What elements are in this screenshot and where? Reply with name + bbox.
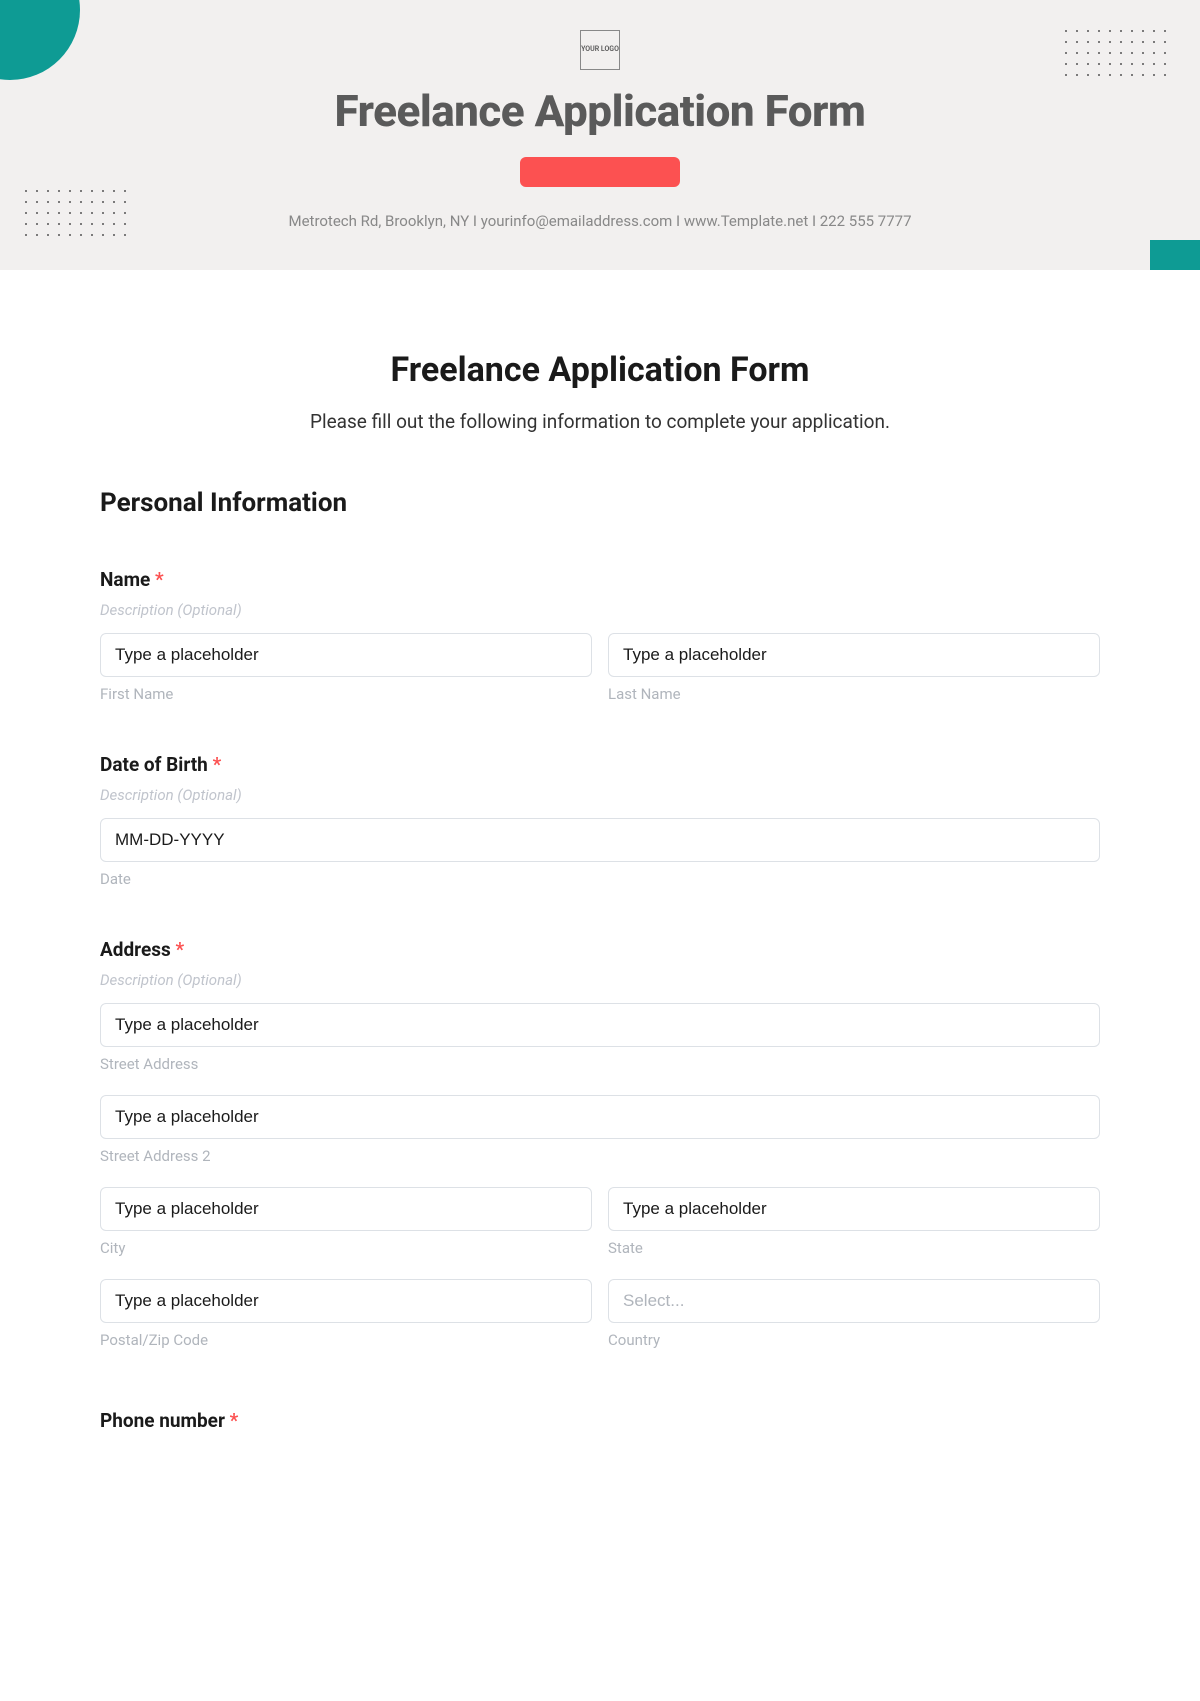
logo-placeholder: YOUR LOGO [580, 30, 620, 70]
first-name-input[interactable] [100, 633, 592, 677]
address-description: Description (Optional) [100, 971, 1100, 989]
country-select[interactable] [608, 1279, 1100, 1323]
decor-circle [0, 0, 80, 80]
dob-input[interactable] [100, 818, 1100, 862]
phone-label: Phone number * [100, 1409, 1100, 1432]
name-description: Description (Optional) [100, 601, 1100, 619]
street2-sublabel: Street Address 2 [100, 1147, 1100, 1165]
header-accent-button[interactable] [520, 157, 680, 187]
field-address: Address * Description (Optional) Street … [100, 938, 1100, 1349]
city-input[interactable] [100, 1187, 592, 1231]
address-label: Address * [100, 938, 1100, 961]
street1-sublabel: Street Address [100, 1055, 1100, 1073]
city-sublabel: City [100, 1239, 592, 1257]
country-sublabel: Country [608, 1331, 1100, 1349]
dob-label: Date of Birth * [100, 753, 1100, 776]
contact-info: Metrotech Rd, Brooklyn, NY I yourinfo@em… [0, 212, 1200, 230]
decor-dots-top-right [1065, 30, 1170, 80]
first-name-sublabel: First Name [100, 685, 592, 703]
field-phone: Phone number * [100, 1409, 1100, 1432]
field-name: Name * Description (Optional) First Name… [100, 568, 1100, 703]
street1-input[interactable] [100, 1003, 1100, 1047]
postal-sublabel: Postal/Zip Code [100, 1331, 592, 1349]
form-container: Freelance Application Form Please fill o… [0, 270, 1200, 1472]
form-title: Freelance Application Form [100, 350, 1100, 390]
postal-input[interactable] [100, 1279, 592, 1323]
last-name-input[interactable] [608, 633, 1100, 677]
dob-sublabel: Date [100, 870, 1100, 888]
decor-dots-bottom-left [25, 190, 130, 240]
header-banner: YOUR LOGO Freelance Application Form Met… [0, 0, 1200, 270]
last-name-sublabel: Last Name [608, 685, 1100, 703]
state-input[interactable] [608, 1187, 1100, 1231]
form-subtitle: Please fill out the following informatio… [100, 410, 1100, 433]
field-dob: Date of Birth * Description (Optional) D… [100, 753, 1100, 888]
street2-input[interactable] [100, 1095, 1100, 1139]
section-personal-info: Personal Information [100, 488, 1100, 518]
header-title: Freelance Application Form [0, 85, 1200, 137]
decor-rect [1150, 240, 1200, 270]
name-label: Name * [100, 568, 1100, 591]
dob-description: Description (Optional) [100, 786, 1100, 804]
state-sublabel: State [608, 1239, 1100, 1257]
